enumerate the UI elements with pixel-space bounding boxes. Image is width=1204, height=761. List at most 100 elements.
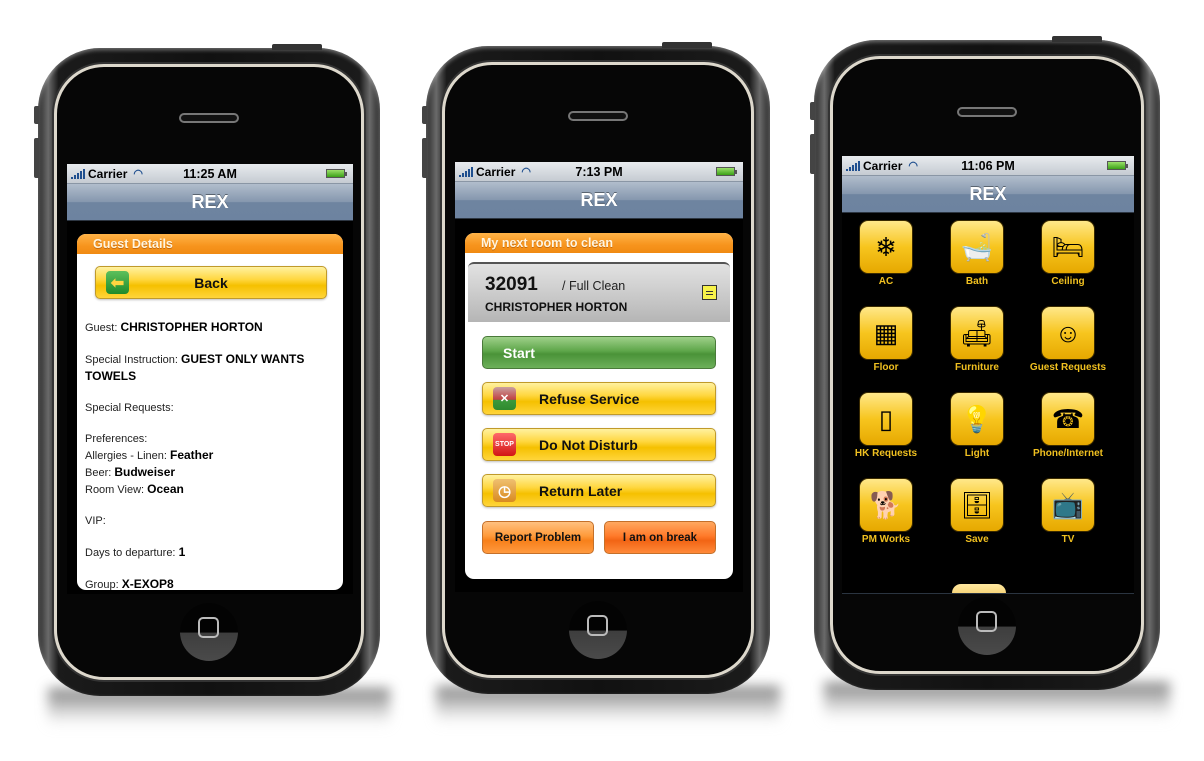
refuse-service-button[interactable]: ✕ Refuse Service — [482, 382, 716, 415]
category-label: Phone/Internet — [1032, 448, 1103, 459]
refuse-service-label: Refuse Service — [539, 390, 640, 407]
stop-icon: STOP — [493, 433, 516, 456]
back-arrow-icon: ⬅ — [106, 271, 129, 294]
carrier-label: Carrier — [863, 158, 903, 173]
detail-beer: Beer: Budweiser — [85, 465, 176, 479]
category-tile-ac[interactable]: ❄ AC — [846, 220, 926, 287]
signal-icon — [71, 168, 85, 179]
refuse-icon: ✕ — [493, 387, 516, 410]
start-button[interactable]: Start — [482, 336, 716, 369]
panel-title: My next room to clean — [465, 233, 733, 253]
detail-group: Group: X-EXOP8 — [85, 577, 174, 590]
detail-room-view: Room View: Ocean — [85, 482, 184, 496]
return-later-button[interactable]: ◷ Return Later — [482, 474, 716, 507]
panel-title: Guest Details — [77, 234, 343, 254]
status-bar: Carrier ◠ 7:13 PM — [455, 162, 743, 182]
phone-next-room: Carrier ◠ 7:13 PM REX My next room to cl… — [422, 42, 780, 726]
clean-type: / Full Clean — [562, 279, 626, 293]
status-time: 11:06 PM — [961, 158, 1015, 173]
nav-bar-title: REX — [842, 176, 1134, 213]
home-button[interactable] — [569, 601, 627, 659]
armchair-icon: 🛋 — [950, 306, 1004, 360]
category-label: HK Requests — [854, 448, 918, 459]
category-label: Bath — [965, 276, 989, 287]
phone-categories: Carrier ◠ 11:06 PM REX ❄ AC 🛁 Bath 🛏 Ceiling ▦… — [810, 36, 1170, 722]
mute-switch[interactable] — [34, 106, 39, 124]
speaker-icon — [179, 113, 239, 123]
carrier-label: Carrier — [476, 164, 516, 179]
category-label: TV — [1061, 534, 1075, 545]
nav-bar-title: REX — [455, 182, 743, 219]
category-tile-ceiling[interactable]: 🛏 Ceiling — [1028, 220, 1108, 287]
dog-icon: 🐕 — [859, 478, 913, 532]
detail-guest: Guest: CHRISTOPHER HORTON — [85, 320, 263, 334]
home-square-icon — [976, 611, 997, 632]
room-guest-name: CHRISTOPHER HORTON — [485, 300, 628, 314]
back-button[interactable]: ⬅ Back — [95, 266, 327, 299]
category-label: Save — [965, 534, 989, 545]
phone-body: Carrier ◠ 11:06 PM REX ❄ AC 🛁 Bath 🛏 Ceiling ▦… — [810, 36, 1160, 690]
mute-switch[interactable] — [422, 106, 427, 124]
category-tile-bath[interactable]: 🛁 Bath — [937, 220, 1017, 287]
status-bar: Carrier ◠ 11:25 AM — [67, 164, 353, 184]
guest-details-list: Guest: CHRISTOPHER HORTON Special Instru… — [77, 299, 343, 590]
wifi-icon: ◠ — [908, 160, 918, 172]
sleep-button[interactable] — [1052, 36, 1102, 42]
category-label: Ceiling — [1051, 276, 1085, 287]
category-tile-save[interactable]: 🗄 Save — [937, 478, 1017, 545]
television-icon: 📺 — [1041, 478, 1095, 532]
clock-icon: ◷ — [493, 479, 516, 502]
signal-icon — [846, 160, 860, 171]
detail-days-to-departure: Days to departure: 1 — [85, 545, 186, 559]
safe-icon: 🗄 — [950, 478, 1004, 532]
category-tile-furniture[interactable]: 🛋 Furniture — [937, 306, 1017, 373]
category-label: PM Works — [861, 534, 911, 545]
room-card[interactable]: 32091 / Full Clean CHRISTOPHER HORTON — [468, 262, 730, 322]
sleep-button[interactable] — [272, 44, 322, 50]
category-tile-floor[interactable]: ▦ Floor — [846, 306, 926, 373]
status-time: 11:25 AM — [183, 166, 237, 181]
bottom-actions: Report Problem I am on break — [482, 521, 716, 554]
volume-button[interactable] — [422, 138, 427, 178]
wifi-icon: ◠ — [521, 166, 531, 178]
do-not-disturb-button[interactable]: STOP Do Not Disturb — [482, 428, 716, 461]
detail-special-requests: Special Requests: — [85, 402, 174, 414]
status-time: 7:13 PM — [575, 164, 623, 179]
floor-icon: ▦ — [859, 306, 913, 360]
phone-body: Carrier ◠ 11:25 AM REX Guest Details ⬅ B… — [34, 44, 380, 696]
home-button[interactable] — [180, 603, 238, 661]
housekeeping-icon: ▯ — [859, 392, 913, 446]
mute-switch[interactable] — [810, 102, 815, 120]
category-tile-hk-requests[interactable]: ▯ HK Requests — [846, 392, 926, 459]
category-label: Floor — [873, 362, 899, 373]
category-tile-pm-works[interactable]: 🐕 PM Works — [846, 478, 926, 545]
note-icon[interactable] — [702, 285, 717, 300]
light-icon: 💡 — [950, 392, 1004, 446]
telephone-icon: ☎ — [1041, 392, 1095, 446]
phone-guest-details: Carrier ◠ 11:25 AM REX Guest Details ⬅ B… — [34, 44, 390, 728]
detail-allergies: Allergies - Linen: Feather — [85, 448, 214, 462]
category-label: AC — [878, 276, 894, 287]
speaker-icon — [568, 111, 628, 121]
action-list: Start ✕ Refuse Service STOP Do Not Distu… — [465, 322, 733, 554]
detail-special-instruction: Special Instruction: GUEST ONLY WANTS TO… — [85, 352, 305, 383]
partial-tile[interactable] — [952, 584, 1006, 593]
home-button[interactable] — [958, 597, 1016, 655]
sleep-button[interactable] — [662, 42, 712, 48]
phone-body: Carrier ◠ 7:13 PM REX My next room to cl… — [422, 42, 770, 694]
screen: Carrier ◠ 11:25 AM REX Guest Details ⬅ B… — [67, 164, 353, 594]
report-problem-button[interactable]: Report Problem — [482, 521, 594, 554]
status-bar: Carrier ◠ 11:06 PM — [842, 156, 1134, 176]
room-number: 32091 — [485, 274, 538, 295]
category-tile-phone-internet[interactable]: ☎ Phone/Internet — [1028, 392, 1108, 459]
wifi-icon: ◠ — [133, 168, 143, 180]
on-break-button[interactable]: I am on break — [604, 521, 716, 554]
volume-button[interactable] — [810, 134, 815, 174]
volume-button[interactable] — [34, 138, 39, 178]
category-tile-light[interactable]: 💡 Light — [937, 392, 1017, 459]
return-later-label: Return Later — [539, 482, 623, 499]
back-label: Back — [194, 274, 228, 291]
category-tile-tv[interactable]: 📺 TV — [1028, 478, 1108, 545]
screen: Carrier ◠ 7:13 PM REX My next room to cl… — [455, 162, 743, 592]
category-tile-guest-requests[interactable]: ☺ Guest Requests — [1028, 306, 1108, 373]
